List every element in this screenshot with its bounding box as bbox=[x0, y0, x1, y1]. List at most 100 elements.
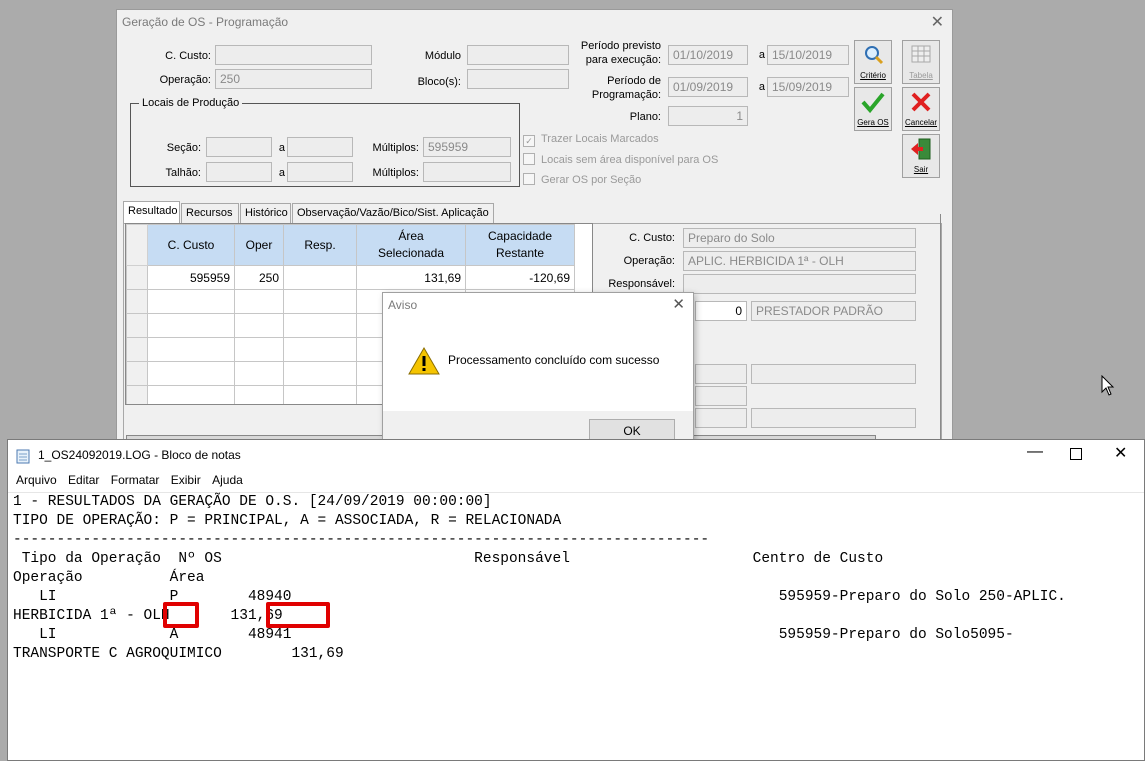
magnifier-icon bbox=[865, 46, 884, 65]
modulo-field[interactable] bbox=[467, 45, 569, 65]
log-line: Tipo da Operação Nº OS Responsável Centr… bbox=[13, 551, 884, 567]
c-custo-label: C. Custo: bbox=[165, 50, 211, 62]
log-line: 1 - RESULTADOS DA GERAÇÃO DE O.S. [24/09… bbox=[13, 494, 492, 510]
cancelar-label: Cancelar bbox=[904, 118, 937, 127]
tab-recursos[interactable]: Recursos bbox=[181, 203, 239, 224]
aviso-dialog: Aviso ✕ Processamento concluído com suce… bbox=[382, 292, 694, 452]
tab-observacao[interactable]: Observação/Vazão/Bico/Sist. Aplicação bbox=[292, 203, 494, 224]
sair-button[interactable]: Sair bbox=[902, 134, 940, 178]
maximize-icon[interactable] bbox=[1070, 448, 1082, 460]
col-oper[interactable]: Oper bbox=[234, 224, 284, 266]
minimize-icon[interactable]: — bbox=[1027, 443, 1043, 461]
col-area-selecionada[interactable]: Área Selecionada bbox=[356, 224, 466, 266]
highlight-box-op-type bbox=[163, 602, 199, 628]
periodo-previsto-label: Período previsto para execução: bbox=[580, 40, 661, 66]
grid-header-row: C. Custo Oper Resp. Área Selecionada Cap… bbox=[126, 224, 575, 266]
detail-field-empty[interactable] bbox=[751, 408, 916, 428]
close-icon[interactable]: ✕ bbox=[672, 295, 685, 313]
tab-resultado[interactable]: Resultado bbox=[123, 201, 180, 224]
multiplos-label: Múltiplos: bbox=[372, 142, 419, 154]
secao-ate-field[interactable] bbox=[287, 137, 353, 157]
checkbox-label: Locais sem área disponível para OS bbox=[541, 154, 719, 166]
notepad-icon bbox=[16, 449, 30, 464]
gera-os-button[interactable]: Gera OS bbox=[854, 87, 892, 131]
menu-formatar[interactable]: Formatar bbox=[111, 470, 160, 490]
cell-capacidade[interactable]: -120,69 bbox=[465, 265, 575, 290]
row-indicator bbox=[126, 265, 148, 290]
notepad-window: 1_OS24092019.LOG - Bloco de notas — ✕ Ar… bbox=[7, 439, 1145, 761]
plano-field[interactable]: 1 bbox=[668, 106, 748, 126]
table-icon bbox=[911, 45, 931, 63]
periodo-prog-de[interactable]: 01/09/2019 bbox=[668, 77, 748, 97]
checkbox-checked-icon: ✓ bbox=[523, 135, 535, 147]
table-row[interactable]: 595959 250 131,69 -120,69 bbox=[126, 265, 575, 290]
periodo-previsto-de[interactable]: 01/10/2019 bbox=[668, 45, 748, 65]
col-capacidade-restante[interactable]: Capacidade Restante bbox=[465, 224, 575, 266]
operacao-field[interactable]: 250 bbox=[215, 69, 372, 89]
checkbox-icon bbox=[523, 173, 535, 185]
notepad-title: 1_OS24092019.LOG - Bloco de notas bbox=[38, 448, 241, 462]
detail-c-custo-label: C. Custo: bbox=[629, 232, 675, 244]
talhao-de-field[interactable] bbox=[206, 162, 272, 182]
warning-icon bbox=[408, 347, 440, 375]
log-line: Operação Área bbox=[13, 570, 205, 586]
criterio-button[interactable]: Critério bbox=[854, 40, 892, 84]
close-icon[interactable]: ✕ bbox=[1114, 443, 1127, 463]
detail-responsavel-field[interactable] bbox=[683, 274, 916, 294]
plano-label: Plano: bbox=[629, 111, 661, 123]
detail-field-empty[interactable] bbox=[751, 364, 916, 384]
blocos-label: Bloco(s): bbox=[417, 76, 461, 88]
talhao-ate-field[interactable] bbox=[287, 162, 353, 182]
checkbox-label: Trazer Locais Marcados bbox=[541, 133, 659, 145]
tabela-button[interactable]: Tabela bbox=[902, 40, 940, 84]
blocos-field[interactable] bbox=[467, 69, 569, 89]
detail-responsavel-label: Responsável: bbox=[608, 278, 675, 290]
menu-ajuda[interactable]: Ajuda bbox=[212, 470, 243, 490]
dialog-title: Aviso bbox=[388, 298, 418, 312]
multiplos-field-1[interactable]: 595959 bbox=[423, 137, 511, 157]
c-custo-field[interactable] bbox=[215, 45, 372, 65]
detail-field-empty[interactable] bbox=[695, 364, 747, 384]
a-label: a bbox=[278, 142, 285, 154]
periodo-prog-ate[interactable]: 15/09/2019 bbox=[767, 77, 849, 97]
detail-field-empty[interactable] bbox=[695, 408, 747, 428]
cell-c-custo[interactable]: 595959 bbox=[147, 265, 235, 290]
close-icon[interactable]: ✕ bbox=[931, 12, 944, 32]
detail-operacao-field[interactable]: APLIC. HERBICIDA 1ª - OLH bbox=[683, 251, 916, 271]
periodo-previsto-ate[interactable]: 15/10/2019 bbox=[767, 45, 849, 65]
secao-de-field[interactable] bbox=[206, 137, 272, 157]
cell-area[interactable]: 131,69 bbox=[356, 265, 466, 290]
a-label: a bbox=[758, 49, 765, 61]
exit-door-icon bbox=[911, 138, 931, 160]
dialog-message: Processamento concluído com sucesso bbox=[448, 353, 660, 367]
menu-arquivo[interactable]: Arquivo bbox=[16, 470, 57, 490]
x-cancel-icon bbox=[911, 92, 931, 112]
detail-field-empty[interactable] bbox=[695, 386, 747, 406]
col-c-custo[interactable]: C. Custo bbox=[147, 224, 235, 266]
col-resp[interactable]: Resp. bbox=[283, 224, 357, 266]
log-line: LI A 48941 595959-Preparo do Solo5095- bbox=[13, 627, 1014, 643]
checkbox-label: Gerar OS por Seção bbox=[541, 174, 642, 186]
checkmark-icon bbox=[861, 92, 885, 114]
log-line: TRANSPORTE C AGROQUIMICO 131,69 bbox=[13, 646, 344, 662]
cancelar-button[interactable]: Cancelar bbox=[902, 87, 940, 131]
highlight-box-os-number bbox=[266, 602, 330, 628]
window-title: Geração de OS - Programação bbox=[122, 15, 289, 29]
trazer-locais-checkbox[interactable]: ✓ Trazer Locais Marcados bbox=[523, 133, 659, 147]
row-indicator-header bbox=[126, 224, 148, 266]
cell-oper[interactable]: 250 bbox=[234, 265, 284, 290]
detail-c-custo-field[interactable]: Preparo do Solo bbox=[683, 228, 916, 248]
cell-resp[interactable] bbox=[283, 265, 357, 290]
log-line: TIPO DE OPERAÇÃO: P = PRINCIPAL, A = ASS… bbox=[13, 513, 562, 529]
multiplos-field-2[interactable] bbox=[423, 162, 511, 182]
gerar-os-secao-checkbox[interactable]: Gerar OS por Seção bbox=[523, 173, 641, 186]
mouse-cursor-icon bbox=[1101, 375, 1115, 396]
tab-historico[interactable]: Histórico bbox=[240, 203, 291, 224]
locais-sem-area-checkbox[interactable]: Locais sem área disponível para OS bbox=[523, 153, 718, 166]
prestador-name-field[interactable]: PRESTADOR PADRÃO bbox=[751, 301, 916, 321]
locais-producao-legend: Locais de Produção bbox=[139, 97, 243, 109]
prestador-code-field[interactable]: 0 bbox=[695, 301, 747, 321]
menu-exibir[interactable]: Exibir bbox=[171, 470, 201, 490]
detail-operacao-label: Operação: bbox=[623, 255, 675, 267]
menu-editar[interactable]: Editar bbox=[68, 470, 99, 490]
